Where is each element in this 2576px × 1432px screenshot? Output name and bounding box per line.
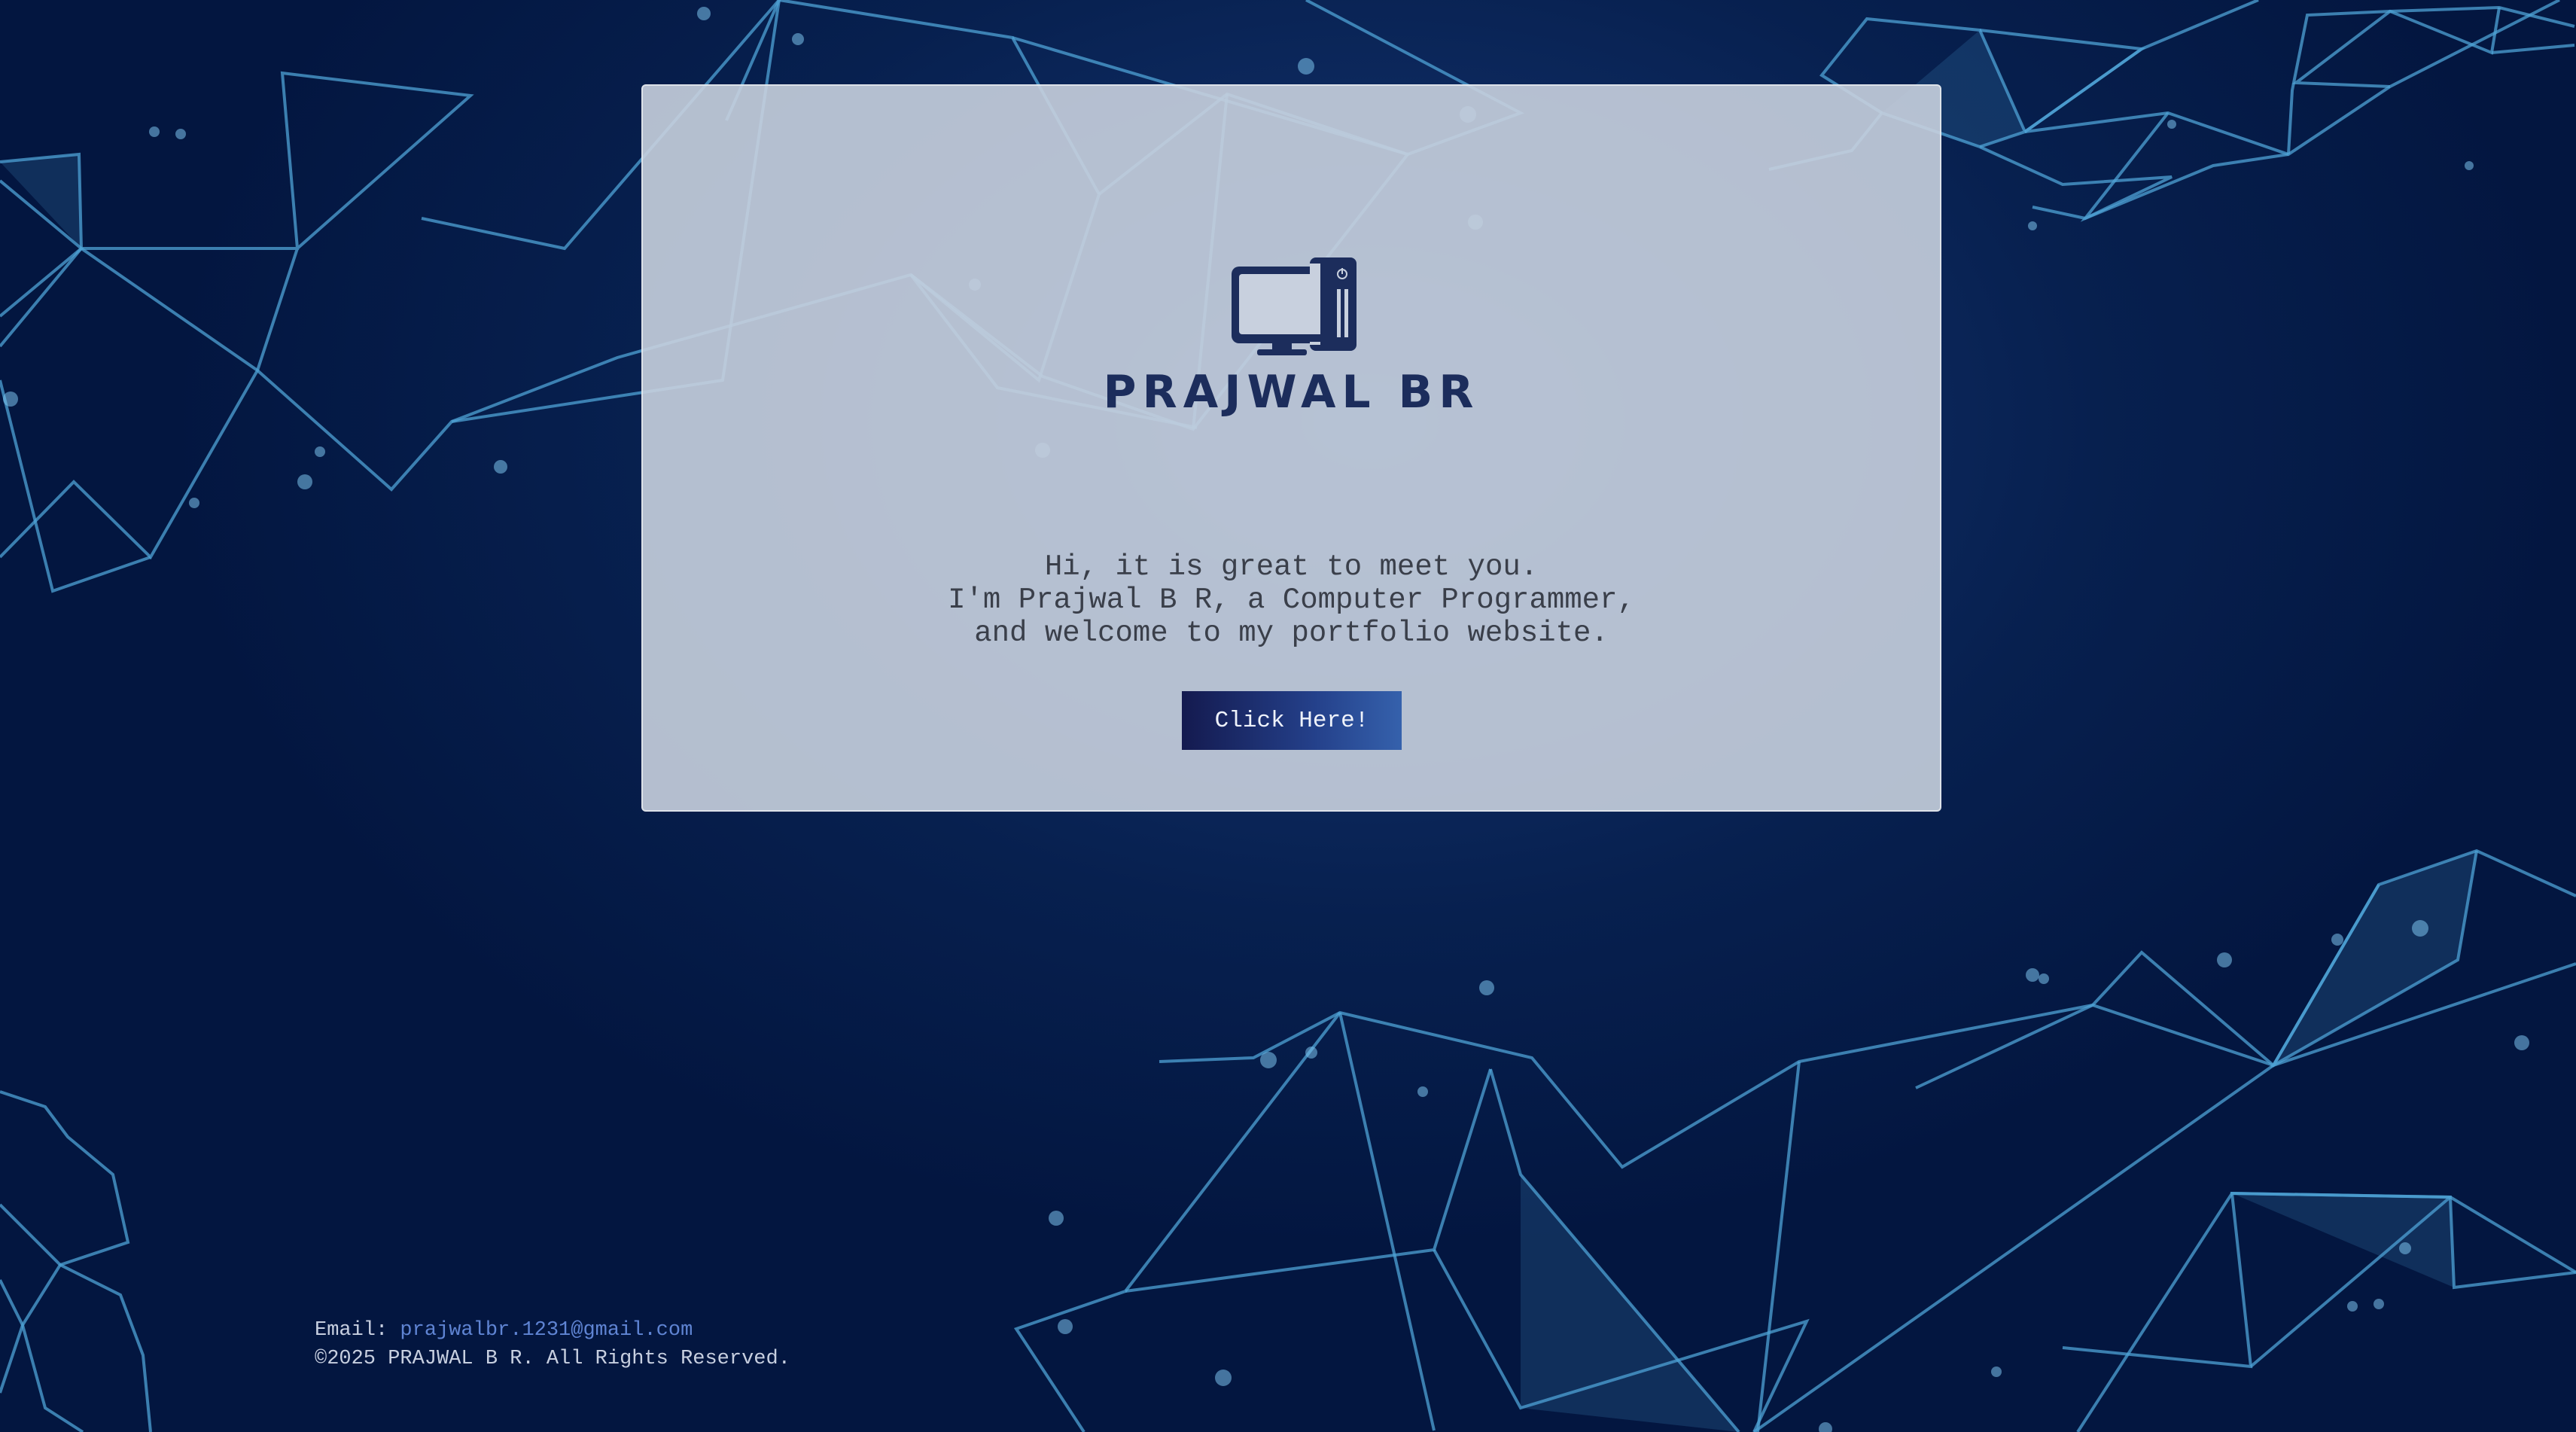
copyright: ©2025 PRAJWAL B R. All Rights Reserved. bbox=[315, 1348, 790, 1370]
greeting-line-3: and welcome to my portfolio website. bbox=[974, 617, 1609, 650]
email-link[interactable]: prajwalbr.1231@gmail.com bbox=[400, 1319, 693, 1342]
computer-icon bbox=[1231, 257, 1357, 355]
greeting-text: Hi, it is great to meet you. I'm Prajwal… bbox=[643, 550, 1940, 650]
footer: Email: prajwalbr.1231@gmail.com ©2025 PR… bbox=[315, 1316, 790, 1373]
footer-email-row: Email: prajwalbr.1231@gmail.com bbox=[315, 1316, 790, 1345]
brand-name: PRAJWAL BR bbox=[1103, 366, 1480, 419]
email-label: Email: bbox=[315, 1319, 388, 1342]
greeting-line-1: Hi, it is great to meet you. bbox=[1044, 550, 1539, 583]
click-here-button[interactable]: Click Here! bbox=[1182, 691, 1402, 750]
greeting-line-2: I'm Prajwal B R, a Computer Programmer, bbox=[948, 583, 1635, 617]
logo: PRAJWAL BR bbox=[643, 257, 1940, 419]
intro-card: PRAJWAL BR Hi, it is great to meet you. … bbox=[641, 84, 1941, 812]
